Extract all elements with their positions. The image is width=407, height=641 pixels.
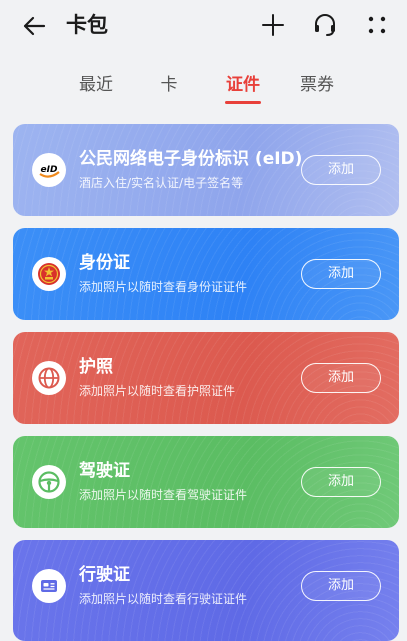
tab-tickets-label: 票券 xyxy=(300,75,334,95)
plus-icon xyxy=(262,14,284,36)
top-bar: 卡包 xyxy=(0,0,407,52)
customer-service-button[interactable] xyxy=(311,11,339,39)
add-vehicle-license-button[interactable]: 添加 xyxy=(301,571,381,601)
tab-cards[interactable]: 卡 xyxy=(158,72,180,98)
eid-logo-text: eID xyxy=(41,165,58,175)
vehicle-license-icon xyxy=(32,569,66,603)
card-title: 驾驶证 xyxy=(79,461,130,481)
card-subtitle: 添加照片以随时查看身份证证件 xyxy=(79,280,248,294)
back-button[interactable] xyxy=(20,13,48,39)
tab-cards-label: 卡 xyxy=(160,75,178,95)
national-emblem-icon xyxy=(32,257,66,291)
add-driver-license-button[interactable]: 添加 xyxy=(301,467,381,497)
card-title: 护照 xyxy=(79,357,113,377)
add-eid-button[interactable]: 添加 xyxy=(301,155,381,185)
tab-recent[interactable]: 最近 xyxy=(78,72,114,98)
globe-icon xyxy=(32,361,66,395)
add-id-card-button[interactable]: 添加 xyxy=(301,259,381,289)
tab-documents[interactable]: 证件 xyxy=(216,72,270,104)
steering-wheel-icon xyxy=(32,465,66,499)
headset-icon xyxy=(315,14,335,36)
page-title: 卡包 xyxy=(66,13,108,37)
tab-recent-label: 最近 xyxy=(79,75,113,95)
card-title: 公民网络电子身份标识 (eID) xyxy=(79,149,303,169)
wallet-page: 卡包 最近 卡 证件 票券 eID 公民网络电子身份标识 (eID) 酒店入住/… xyxy=(0,0,407,641)
active-tab-indicator xyxy=(225,101,261,104)
card-title: 行驶证 xyxy=(79,565,130,585)
driver-license-card[interactable]: 驾驶证 添加照片以随时查看驾驶证证件 添加 xyxy=(13,436,399,528)
add-passport-button[interactable]: 添加 xyxy=(301,363,381,393)
card-subtitle: 添加照片以随时查看行驶证证件 xyxy=(79,592,248,606)
add-button[interactable] xyxy=(259,11,287,39)
eid-card[interactable]: eID 公民网络电子身份标识 (eID) 酒店入住/实名认证/电子签名等 添加 xyxy=(13,124,399,216)
tab-documents-label: 证件 xyxy=(226,75,260,95)
tab-tickets[interactable]: 票券 xyxy=(299,72,335,98)
eid-icon: eID xyxy=(32,153,66,187)
vehicle-license-card[interactable]: 行驶证 添加照片以随时查看行驶证证件 添加 xyxy=(13,540,399,641)
more-dots-icon xyxy=(368,16,386,34)
category-tabs: 最近 卡 证件 票券 xyxy=(0,72,407,106)
card-subtitle: 添加照片以随时查看驾驶证证件 xyxy=(79,488,248,502)
passport-card[interactable]: 护照 添加照片以随时查看护照证件 添加 xyxy=(13,332,399,424)
card-subtitle: 酒店入住/实名认证/电子签名等 xyxy=(79,176,244,190)
card-title: 身份证 xyxy=(79,253,130,273)
id-card-card[interactable]: 身份证 添加照片以随时查看身份证证件 添加 xyxy=(13,228,399,320)
arrow-left-icon xyxy=(23,16,46,36)
card-subtitle: 添加照片以随时查看护照证件 xyxy=(79,384,236,398)
more-button[interactable] xyxy=(363,11,391,39)
